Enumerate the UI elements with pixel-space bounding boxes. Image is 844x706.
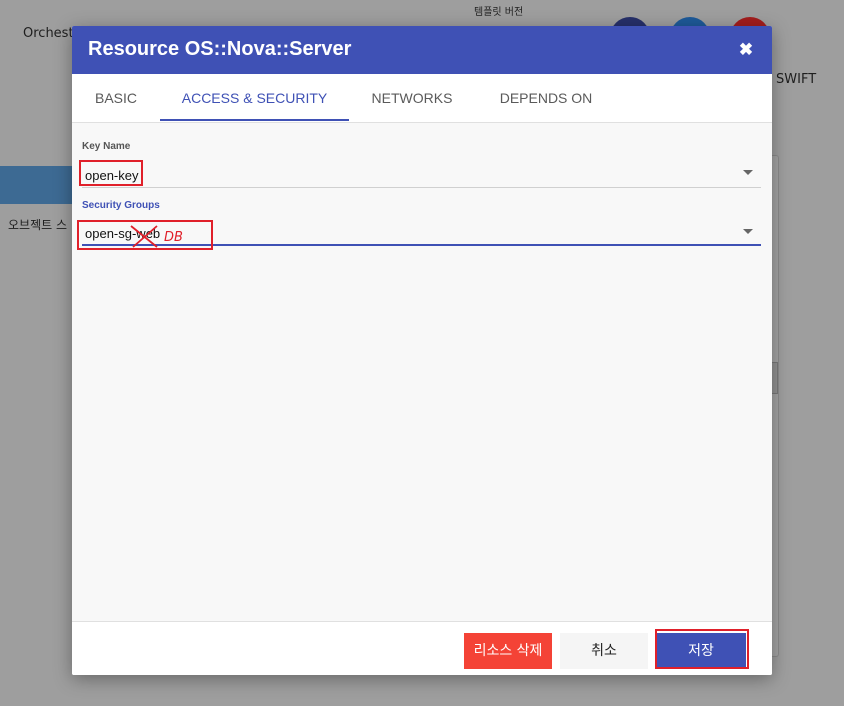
annotation-text: DB xyxy=(164,230,183,245)
highlight-box-key xyxy=(79,160,143,186)
cancel-button[interactable]: 취소 xyxy=(560,633,648,669)
bg-nav-label: Orchestr xyxy=(23,26,79,41)
active-tab-indicator xyxy=(160,119,349,121)
dialog-header: Resource OS::Nova::Server ✖ xyxy=(72,26,772,74)
resource-dialog: Resource OS::Nova::Server ✖ BASIC ACCESS… xyxy=(72,26,772,675)
dialog-title: Resource OS::Nova::Server xyxy=(88,38,352,60)
delete-resource-button[interactable]: 리소스 삭제 xyxy=(464,633,552,669)
caret-down-icon xyxy=(743,170,753,175)
highlight-box-save xyxy=(655,629,749,669)
tab-access-security[interactable]: ACCESS & SECURITY xyxy=(160,74,349,121)
bg-template-version-label: 템플릿 버전 xyxy=(474,7,524,18)
tab-basic[interactable]: BASIC xyxy=(72,74,160,121)
tab-bar: BASIC ACCESS & SECURITY NETWORKS DEPENDS… xyxy=(72,74,772,123)
key-name-label: Key Name xyxy=(82,141,131,152)
bg-menu-label: 오브젝트 스 xyxy=(8,218,68,232)
close-icon[interactable]: ✖ xyxy=(734,38,758,62)
bg-swift-label: SWIFT xyxy=(776,72,817,87)
caret-down-icon xyxy=(743,229,753,234)
key-name-select[interactable]: open-key xyxy=(82,160,761,188)
tab-networks[interactable]: NETWORKS xyxy=(349,74,475,121)
tab-depends-on[interactable]: DEPENDS ON xyxy=(475,74,617,121)
cross-out-annotation: DB xyxy=(130,225,183,248)
security-groups-label: Security Groups xyxy=(82,200,160,211)
